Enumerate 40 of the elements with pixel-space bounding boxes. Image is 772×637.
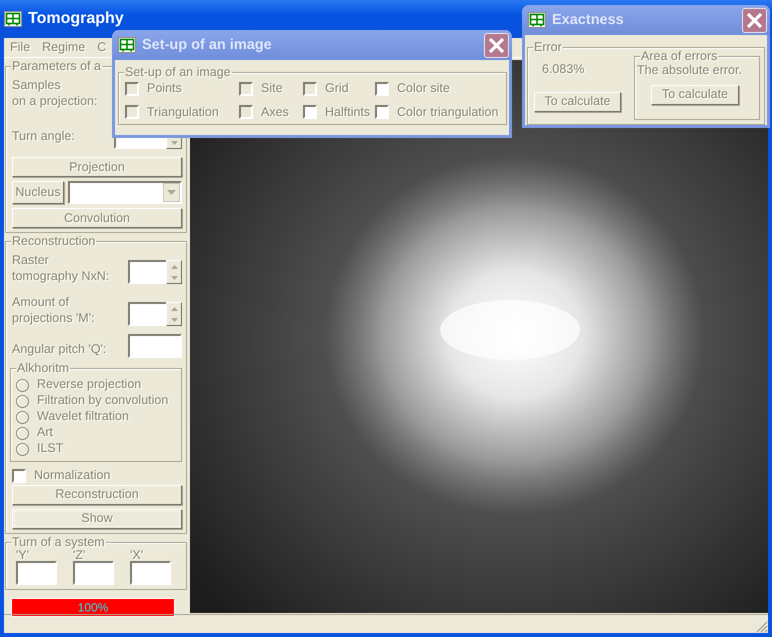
convolution-button[interactable]: Convolution xyxy=(12,208,182,228)
amount-label: Amount of projections 'M': xyxy=(12,294,95,326)
menu-item[interactable]: C xyxy=(97,40,106,56)
turn-angle-label: Turn angle: xyxy=(12,129,75,145)
axis-label: 'Z' xyxy=(73,548,86,562)
option-label: Halftints xyxy=(325,104,370,120)
option-label: Grid xyxy=(325,81,349,97)
show-button[interactable]: Show xyxy=(12,508,182,529)
option-label: Points xyxy=(147,81,182,97)
option-label: Color site xyxy=(397,81,450,97)
absolute-error-label: The absolute error. xyxy=(637,63,743,79)
option-label: Reverse projection xyxy=(37,377,142,393)
projection-button[interactable]: Projection xyxy=(12,157,182,177)
progress-label: 100% xyxy=(78,600,108,616)
dialog-title: Exactness xyxy=(552,10,625,30)
group-title: Set-up of an image xyxy=(124,65,232,80)
option-label: Wavelet filtration xyxy=(37,409,129,425)
error-value: 6.083% xyxy=(541,62,586,78)
reconstruction-button[interactable]: Reconstruction xyxy=(12,484,182,505)
option-label: Axes xyxy=(261,104,289,120)
option-label: Triangulation xyxy=(147,104,219,120)
calculate-button[interactable]: To calculate xyxy=(651,84,739,105)
calculate-button[interactable]: To calculate xyxy=(534,92,621,112)
dialog-title: Set-up of an image xyxy=(142,36,273,54)
option-label: Normalization xyxy=(34,468,110,484)
axis-label: 'X' xyxy=(130,548,144,562)
option-label: Site xyxy=(261,81,283,97)
angular-pitch-label: Angular pitch 'Q': xyxy=(12,342,106,358)
option-label: Color triangulation xyxy=(397,104,498,120)
samples-label: Samples on a projection: xyxy=(12,77,98,109)
option-label: Art xyxy=(37,425,53,441)
raster-label: Raster tomography NxN: xyxy=(12,252,110,284)
window-title: Tomography xyxy=(28,9,124,29)
axis-label: 'Y' xyxy=(16,548,30,562)
group-title: Turn of a system xyxy=(11,534,106,550)
nucleus-button[interactable]: Nucleus xyxy=(12,181,64,204)
menu-item[interactable]: File xyxy=(10,40,30,56)
option-label: Filtration by convolution xyxy=(37,393,168,409)
menu-item[interactable]: Regime xyxy=(42,40,86,56)
option-label: ILST xyxy=(37,441,64,457)
